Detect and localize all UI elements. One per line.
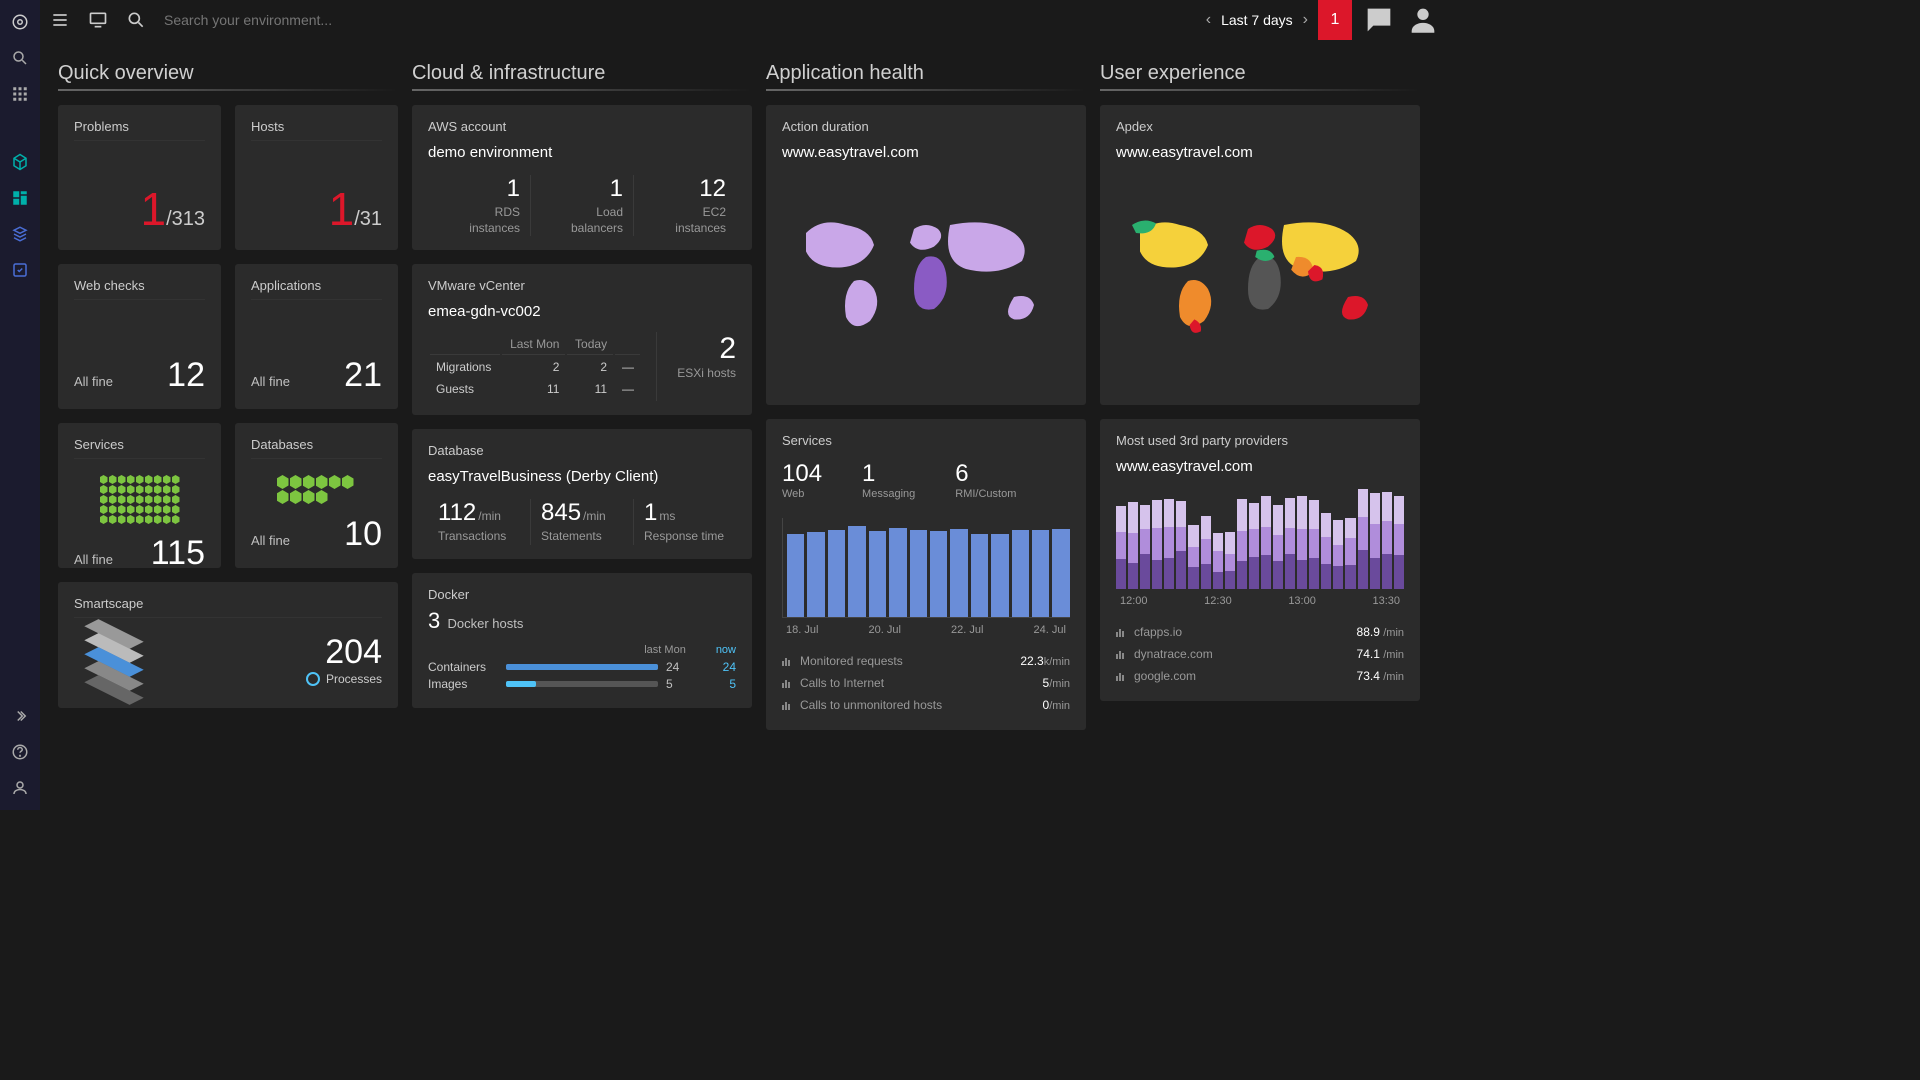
bar-icon (506, 664, 658, 670)
thirdparty-stackchart (1116, 489, 1404, 589)
bars-icon (782, 656, 794, 666)
timeframe-label: Last 7 days (1221, 12, 1293, 28)
tile-aws[interactable]: AWS account demo environment 1RDSinstanc… (412, 105, 752, 250)
tile-services[interactable]: Services All fine115 (58, 423, 221, 568)
tile-database[interactable]: Database easyTravelBusiness (Derby Clien… (412, 429, 752, 559)
section-ux-title: User experience (1100, 62, 1420, 85)
dashboard: Quick overview Problems 1/313 Hosts 1 (40, 40, 1440, 810)
vmware-table: Last MonToday Migrations22— Guests1111— (428, 332, 642, 401)
tile-smartscape[interactable]: Smartscape 204 Processes (58, 582, 398, 708)
bars-icon (782, 678, 794, 688)
tile-applications[interactable]: Applications All fine21 (235, 264, 398, 409)
profile-icon[interactable] (1406, 0, 1440, 40)
world-map-apdex (1116, 173, 1404, 373)
timeframe-selector[interactable]: ‹ Last 7 days › (1206, 11, 1308, 29)
chat-icon[interactable] (1362, 0, 1396, 40)
section-quick-title: Quick overview (58, 62, 398, 85)
bars-icon (1116, 627, 1128, 637)
section-cloud-title: Cloud & infrastructure (412, 62, 752, 85)
tile-docker[interactable]: Docker 3 Docker hosts last Monnow Contai… (412, 573, 752, 708)
hex-cluster-icon (277, 475, 357, 504)
nav-box-icon[interactable] (10, 260, 30, 280)
tile-hosts[interactable]: Hosts 1/31 (235, 105, 398, 250)
user-icon[interactable] (10, 778, 30, 798)
alert-badge[interactable]: 1 (1318, 0, 1352, 40)
tile-label: Hosts (251, 119, 382, 141)
tile-databases[interactable]: Databases All fine10 (235, 423, 398, 568)
logo-icon[interactable] (10, 12, 30, 32)
layers-icon (74, 624, 154, 694)
tile-third-party[interactable]: Most used 3rd party providers www.easytr… (1100, 419, 1420, 701)
tile-webchecks[interactable]: Web checks All fine12 (58, 264, 221, 409)
section-health-title: Application health (766, 62, 1086, 85)
tile-services-chart[interactable]: Services 104Web 1Messaging 6RMI/Custom 1… (766, 419, 1086, 730)
menu-icon[interactable] (50, 10, 70, 30)
nav-stack-icon[interactable] (10, 224, 30, 244)
monitor-icon[interactable] (88, 10, 108, 30)
services-barchart (782, 518, 1070, 618)
help-icon[interactable] (10, 742, 30, 762)
ring-icon (306, 672, 320, 686)
world-map (782, 173, 1070, 373)
problems-count: 1 (140, 183, 166, 235)
apps-grid-icon[interactable] (10, 84, 30, 104)
bars-icon (782, 700, 794, 710)
chevron-right-icon[interactable]: › (1303, 11, 1308, 29)
hosts-count: 1 (329, 183, 355, 235)
search-icon[interactable] (10, 48, 30, 68)
bars-icon (1116, 671, 1128, 681)
chevron-left-icon[interactable]: ‹ (1206, 11, 1211, 29)
nav-dashboard-icon[interactable] (10, 188, 30, 208)
tile-problems[interactable]: Problems 1/313 (58, 105, 221, 250)
search-input[interactable] (164, 12, 464, 28)
expand-sidebar-icon[interactable] (10, 706, 30, 726)
tile-action-duration[interactable]: Action duration www.easytravel.com (766, 105, 1086, 405)
topbar: ‹ Last 7 days › 1 (40, 0, 1440, 40)
bar-icon (506, 681, 658, 687)
tile-label: Problems (74, 119, 205, 141)
bars-icon (1116, 649, 1128, 659)
nav-cube-icon[interactable] (10, 152, 30, 172)
hex-cluster-icon (100, 475, 180, 524)
tile-apdex[interactable]: Apdex www.easytravel.com (1100, 105, 1420, 405)
tile-vmware[interactable]: VMware vCenter emea-gdn-vc002 Last MonTo… (412, 264, 752, 415)
topbar-search-icon[interactable] (126, 10, 146, 30)
left-sidebar (0, 0, 40, 810)
